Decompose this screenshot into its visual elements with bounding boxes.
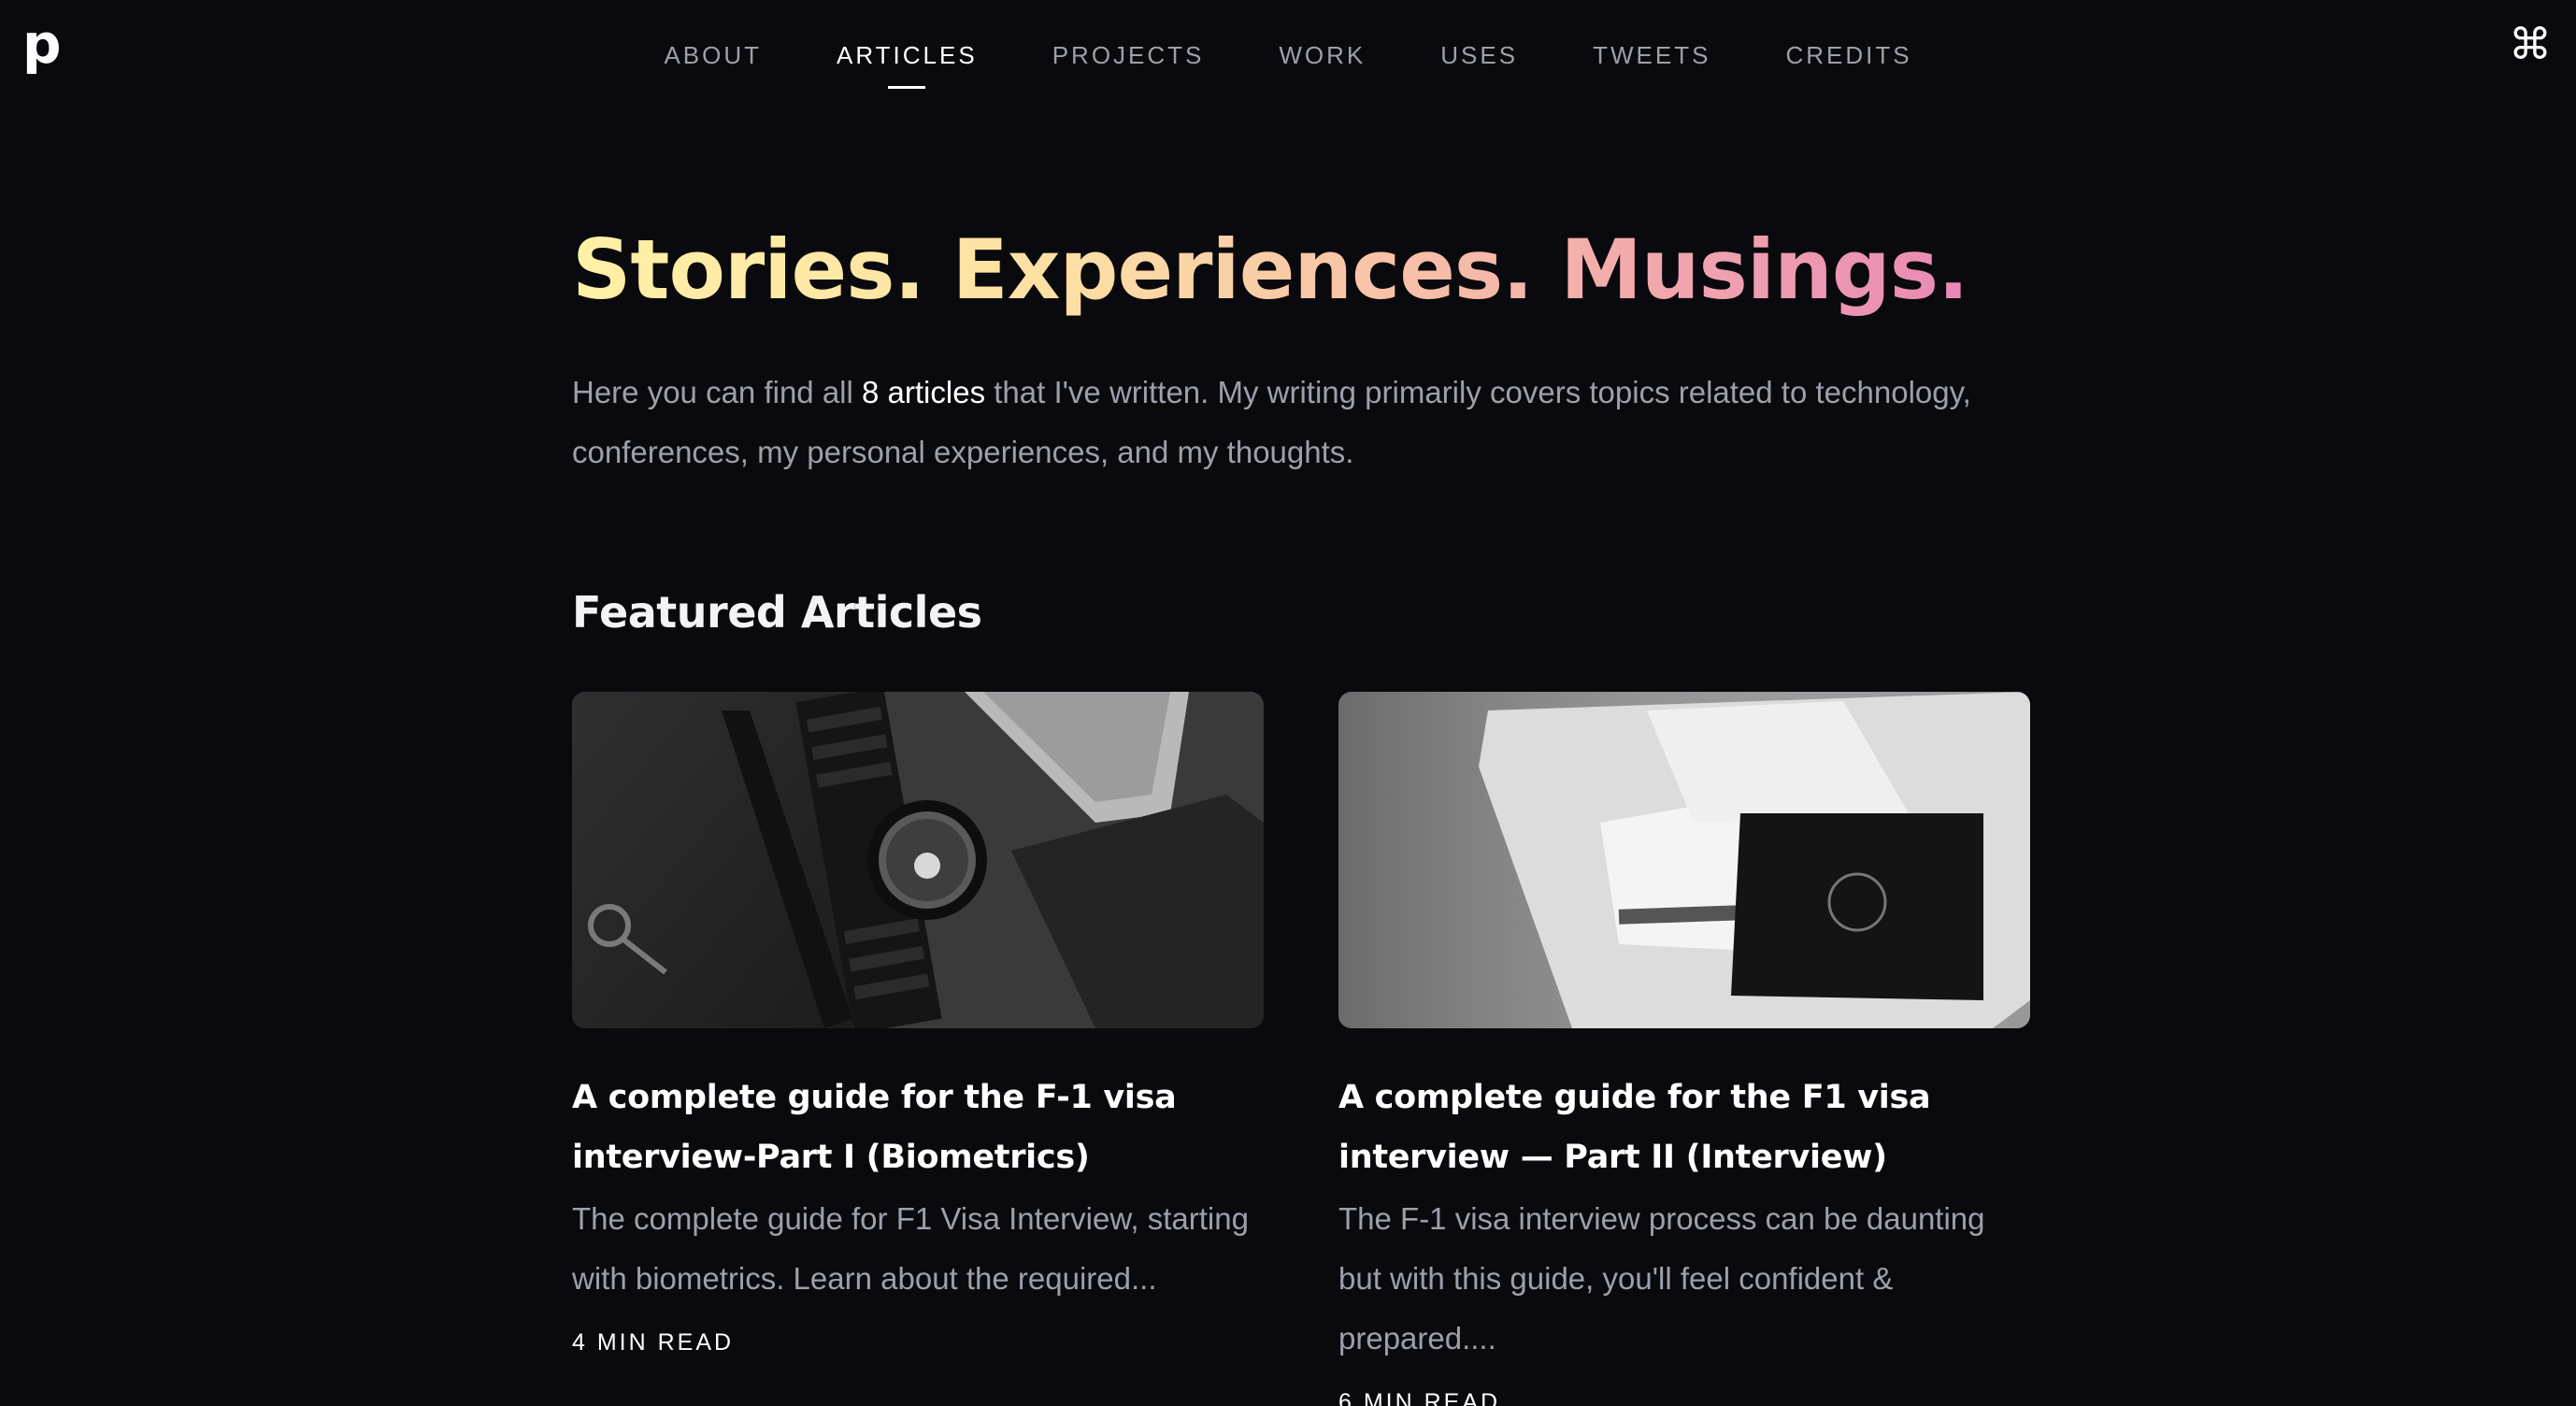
intro-paragraph: Here you can find all 8 articles that I'… — [572, 363, 1993, 482]
article-description: The complete guide for F1 Visa Interview… — [572, 1200, 1249, 1296]
article-title: A complete guide for the F1 visa intervi… — [1338, 1078, 1931, 1176]
article-image-passport-boarding-pass — [1338, 691, 2030, 1028]
article-image-watch-passport — [572, 691, 1264, 1028]
article-title: A complete guide for the F-1 visa interv… — [572, 1078, 1177, 1176]
article-card[interactable]: A complete guide for the F-1 visa interv… — [572, 691, 1264, 1406]
page: p ABOUT ARTICLES PROJECTS WORK USES TWEE… — [0, 0, 2576, 1406]
article-read-time: 4 MIN READ — [572, 1328, 735, 1356]
nav-item-articles[interactable]: ARTICLES — [837, 41, 978, 70]
nav-item-uses[interactable]: USES — [1440, 41, 1518, 70]
intro-text-start: Here you can find all — [572, 374, 863, 409]
article-count: 8 articles — [862, 374, 986, 409]
main-content: Stories. Experiences. Musings. Here you … — [572, 221, 2030, 1406]
main-nav: ABOUT ARTICLES PROJECTS WORK USES TWEETS… — [0, 41, 2576, 70]
nav-item-work[interactable]: WORK — [1279, 41, 1366, 70]
nav-item-about[interactable]: ABOUT — [664, 41, 762, 70]
featured-articles-list: A complete guide for the F-1 visa interv… — [572, 691, 2030, 1406]
page-title: Stories. Experiences. Musings. — [572, 222, 1969, 318]
article-card[interactable]: A complete guide for the F1 visa intervi… — [1338, 691, 2030, 1406]
nav-item-projects[interactable]: PROJECTS — [1052, 41, 1205, 70]
nav-item-credits[interactable]: CREDITS — [1785, 41, 1911, 70]
article-read-time: 6 MIN READ — [1338, 1388, 1501, 1406]
featured-articles-heading: Featured Articles — [572, 586, 982, 638]
nav-item-tweets[interactable]: TWEETS — [1593, 41, 1710, 70]
article-description: The F-1 visa interview process can be da… — [1338, 1200, 1985, 1356]
command-menu-icon[interactable]: ⌘ — [2509, 22, 2552, 65]
